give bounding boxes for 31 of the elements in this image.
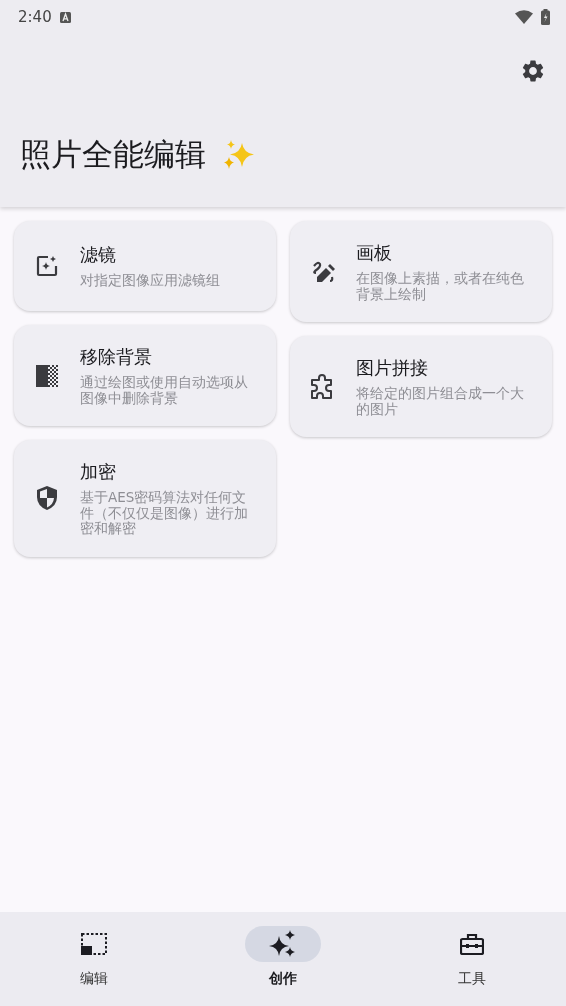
card-description: 通过绘图或使用自动选项从图像中删除背景 — [80, 375, 249, 407]
tool-card[interactable]: 加密 基于AES密码算法对任何文件（不仅仅是图像）进行加密和解密 — [14, 440, 276, 557]
nav-tab[interactable]: 工具 — [421, 926, 522, 988]
tool-card[interactable]: 移除背景 通过绘图或使用自动选项从图像中删除背景 — [14, 325, 276, 427]
card-title: 画板 — [356, 241, 393, 265]
app-title: 照片全能编辑 — [20, 135, 206, 174]
notification-icon — [59, 11, 71, 23]
status-time: 2:40 — [18, 8, 52, 26]
sparkles-icon — [269, 930, 297, 958]
photo-sparkle-icon — [36, 255, 58, 277]
tool-card[interactable]: 滤镜 对指定图像应用滤镜组 — [14, 221, 276, 311]
settings-icon[interactable] — [520, 58, 546, 84]
card-title: 图片拼接 — [356, 356, 429, 381]
nav-tab[interactable]: 创作 — [233, 926, 333, 988]
tool-card[interactable]: 画板 在图像上素描，或者在纯色背景上绘制 — [290, 221, 552, 323]
card-description: 基于AES密码算法对任何文件（不仅仅是图像）进行加密和解密 — [80, 490, 249, 537]
card-description: 将给定的图片组合成一个大的图片 — [356, 386, 525, 418]
dotted-frame-icon — [81, 933, 108, 955]
pencil-scribble-icon — [311, 259, 335, 284]
card-description: 对指定图像应用滤镜组 — [80, 273, 220, 289]
checkered-square-icon — [36, 364, 58, 387]
toolbox-icon — [459, 933, 484, 955]
card-title: 加密 — [80, 460, 117, 485]
card-title: 滤镜 — [80, 243, 117, 268]
wifi-icon — [515, 10, 533, 24]
battery-icon — [541, 9, 550, 25]
nav-tab[interactable]: 编辑 — [44, 926, 145, 988]
shield-icon — [36, 485, 58, 512]
card-title: 移除背景 — [80, 345, 153, 369]
tool-card[interactable]: 图片拼接 将给定的图片组合成一个大的图片 — [290, 336, 552, 438]
card-description: 在图像上素描，或者在纯色背景上绘制 — [356, 271, 525, 303]
